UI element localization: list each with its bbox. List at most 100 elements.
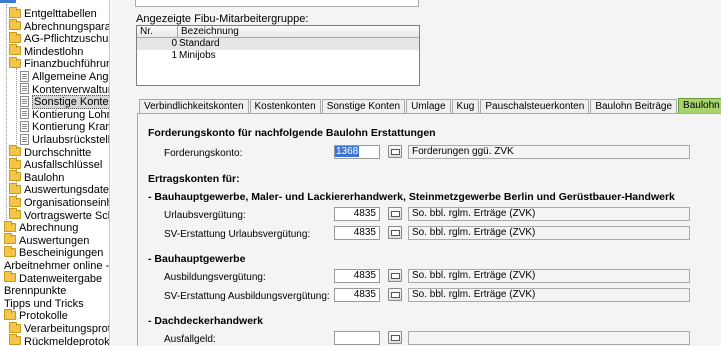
ausbildungsverguetung-input[interactable]: 4835 <box>334 269 380 283</box>
tree-item-label: Organisationseinheiten <box>24 197 109 209</box>
folder-icon <box>4 245 16 257</box>
tree-item[interactable]: Datenweitergabe <box>4 271 102 286</box>
sv-erstattung-urlaubsverguetung-description: So. bbl. rglm. Erträge (ZVK) <box>408 226 690 240</box>
tree-item[interactable]: Baulohn <box>9 170 64 185</box>
grid-cell-nr: 0 <box>171 38 177 49</box>
folder-icon <box>9 56 21 68</box>
tree-guide-line <box>6 4 7 230</box>
tree-item[interactable]: Tipps und Tricks <box>4 298 84 311</box>
ausfallgeld-lookup-button[interactable] <box>388 331 402 344</box>
tree-item[interactable]: Mindestlohn <box>9 44 83 59</box>
tree-item[interactable]: Organisationseinheiten <box>9 195 109 210</box>
sv-erstattung-ausbildungsverguetung-description: So. bbl. rglm. Erträge (ZVK) <box>408 288 690 302</box>
folder-icon <box>9 31 21 43</box>
tree-item-label: Allgemeine Angaben <box>32 71 109 83</box>
tab-umlage[interactable]: Umlage <box>406 99 451 113</box>
tab-kug[interactable]: Kug <box>451 99 480 113</box>
upper-panel-box <box>135 0 419 7</box>
urlaubsverguetung-lookup-button[interactable] <box>388 207 402 220</box>
page-icon <box>20 108 29 120</box>
column-header-nr[interactable]: Nr. <box>137 26 178 37</box>
ausfallgeld-label: Ausfallgeld: <box>164 334 216 345</box>
mitarbeitergruppe-grid[interactable]: Nr. Bezeichnung 0 Standard 1 Minijobs <box>136 25 420 86</box>
tree-item[interactable]: Bescheinigungen <box>4 245 104 260</box>
tree-item[interactable]: Abrechnungsparameter <box>9 19 110 34</box>
section-heading-dachdeckerhandwerk: - Dachdeckerhandwerk <box>148 315 263 327</box>
tab-verbindlichkeitskonten[interactable]: Verbindlichkeitskonten <box>139 99 249 113</box>
sv-erstattung-ausbildungsverguetung-lookup-button[interactable] <box>388 288 402 301</box>
tree-item-label: Bescheinigungen <box>19 247 104 260</box>
tree-item[interactable]: Auswertungen <box>4 233 90 248</box>
tree-item-label: Urlaubsrückstellung <box>32 134 110 146</box>
ausfallgeld-input[interactable] <box>334 331 380 345</box>
forderungskonto-input[interactable]: 1368 <box>334 145 380 159</box>
folder-icon <box>9 44 21 56</box>
urlaubsverguetung-description: So. bbl. rglm. Erträge (ZVK) <box>408 207 690 221</box>
folder-icon <box>9 170 21 182</box>
folder-icon <box>9 19 21 31</box>
tree-item[interactable]: Durchschnitte <box>9 145 91 160</box>
tree-item[interactable]: Allgemeine Angaben <box>20 70 109 84</box>
tab-content-baulohn-erstattungen: Forderungskonto für nachfolgende Baulohn… <box>137 113 721 346</box>
page-icon <box>20 95 29 107</box>
grid-row[interactable]: 1 Minijobs <box>137 50 419 62</box>
folder-icon <box>4 308 16 320</box>
tab-baulohn-erstattungen[interactable]: Baulohn Erstattungen <box>678 98 721 113</box>
sv-erstattung-ausbildungsverguetung-label: SV-Erstattung Ausbildungsvergütung: <box>164 291 330 302</box>
tab-kostenkonten[interactable]: Kostenkonten <box>249 99 321 113</box>
tree-item[interactable]: Kontierung Lohnarten <box>20 108 109 122</box>
tree-item[interactable]: Vortragswerte Schätzung <box>9 208 109 223</box>
tree-item[interactable]: Abrechnung <box>4 220 79 235</box>
tab-pauschalsteuerkonten[interactable]: Pauschalsteuerkonten <box>480 99 590 113</box>
tree-item-label: Auswertungen <box>19 234 90 247</box>
tree-item[interactable]: Arbeitnehmer online - Cockpit <box>4 260 110 273</box>
tree-item-label: Arbeitnehmer online - Cockpit <box>4 260 110 272</box>
tab-baulohn-beiträge[interactable]: Baulohn Beiträge <box>590 99 678 113</box>
tree-item[interactable]: AG-Pflichtzuschuss bAV <box>9 31 109 46</box>
tree-item[interactable]: Rückmeldeprotokoll <box>9 334 109 346</box>
folder-icon <box>9 6 21 18</box>
tree-item-label: Abrechnungsparameter <box>24 20 110 33</box>
tree-item[interactable]: Sonstige Konten <box>20 95 109 110</box>
tree-item-label: Kontierung Krankenkassen <box>32 121 109 134</box>
grid-row[interactable]: 0 Standard <box>137 38 419 50</box>
tree-item[interactable]: Auswertungsdaten <box>9 182 110 197</box>
tree-item-label: Entgelttabellen <box>24 8 97 20</box>
app-window: EntgelttabellenAbrechnungsparameterAG-Pf… <box>0 0 721 346</box>
mitarbeitergruppe-label: Angezeigte Fibu-Mitarbeitergruppe: <box>136 13 309 25</box>
tree-selection-marker <box>0 0 16 3</box>
tree-item[interactable]: Ausfallschlüssel <box>9 157 102 172</box>
sv-erstattung-urlaubsverguetung-label: SV-Erstattung Urlaubsvergütung: <box>164 229 311 240</box>
folder-icon <box>4 220 16 232</box>
tree-item-label: Kontierung Lohnarten <box>32 108 109 121</box>
folder-icon <box>9 208 21 220</box>
page-icon <box>20 133 29 145</box>
forderungskonto-label: Forderungskonto: <box>164 148 243 159</box>
tab-sonstige-konten[interactable]: Sonstige Konten <box>321 99 406 113</box>
tree-item-label: Finanzbuchführung <box>24 58 110 71</box>
grid-cell-nr: 1 <box>171 50 177 61</box>
sv-erstattung-ausbildungsverguetung-input[interactable]: 4835 <box>334 288 380 302</box>
sv-erstattung-urlaubsverguetung-lookup-button[interactable] <box>388 226 402 239</box>
sv-erstattung-urlaubsverguetung-input[interactable]: 4835 <box>334 226 380 240</box>
tree-item[interactable]: Kontierung Krankenkassen <box>20 120 109 134</box>
tree-item[interactable]: Finanzbuchführung <box>9 56 110 71</box>
ertragskonten-heading: Ertragskonten für: <box>148 173 240 185</box>
tree-item[interactable]: Entgelttabellen <box>9 6 97 21</box>
navigation-tree[interactable]: EntgelttabellenAbrechnungsparameterAG-Pf… <box>0 0 110 346</box>
tree-item[interactable]: Brennpunkte <box>4 285 66 298</box>
urlaubsverguetung-input[interactable]: 4835 <box>334 207 380 221</box>
content-panel: Angezeigte Fibu-Mitarbeitergruppe: Nr. B… <box>111 0 721 346</box>
tree-item-label: Auswertungsdaten <box>24 184 110 197</box>
ausbildungsverguetung-lookup-button[interactable] <box>388 269 402 282</box>
ausfallgeld-description <box>408 331 690 345</box>
tree-item[interactable]: Verarbeitungsprotokoll <box>9 321 109 336</box>
page-icon <box>20 120 29 132</box>
column-header-bezeichnung[interactable]: Bezeichnung <box>178 26 239 37</box>
tree-item-label: Abrechnung <box>19 222 79 235</box>
tree-item[interactable]: Urlaubsrückstellung <box>20 133 110 147</box>
folder-icon <box>4 233 16 245</box>
folder-icon <box>9 182 21 194</box>
forderungskonto-lookup-button[interactable] <box>388 145 402 158</box>
tree-item-label: Vortragswerte Schätzung <box>24 209 109 222</box>
